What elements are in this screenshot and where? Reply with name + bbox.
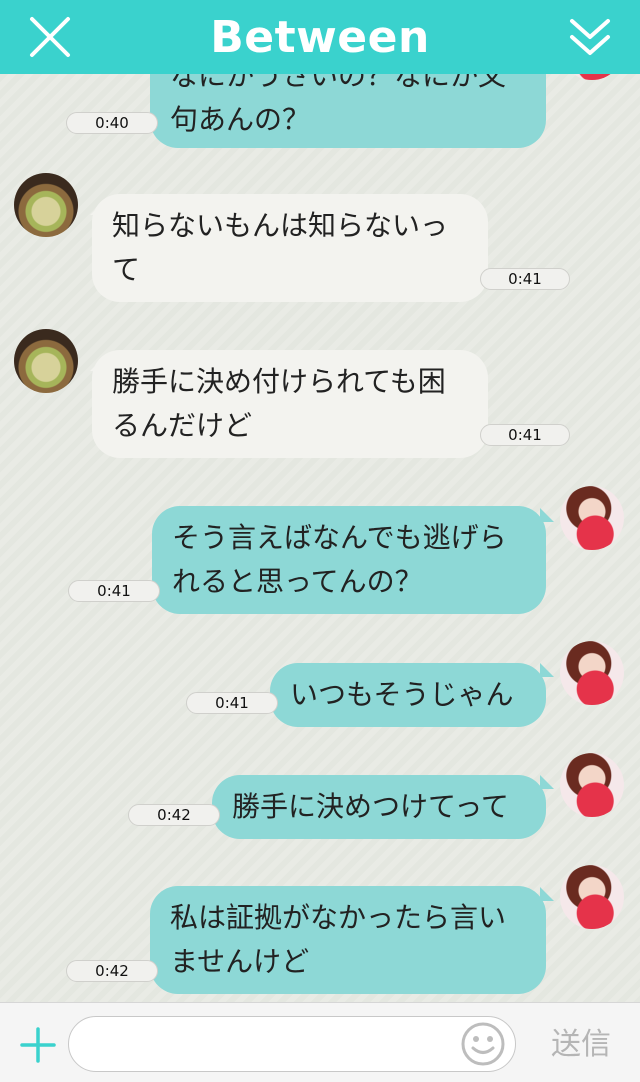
avatar[interactable] [14, 173, 78, 237]
message-time: 0:41 [68, 580, 160, 602]
avatar[interactable] [560, 641, 624, 705]
collapse-button[interactable] [550, 0, 630, 74]
message-time: 0:41 [480, 424, 570, 446]
send-button[interactable]: 送信 [536, 1023, 626, 1067]
message-text: なにかうさいの？なにか文 [170, 74, 507, 92]
message-text: いつもそうじゃん [290, 678, 514, 711]
bubble-tail [540, 663, 554, 677]
message-bubble[interactable]: なにかうさいの？なにか文 句あんの？ [150, 74, 546, 148]
smiley-icon [461, 1022, 505, 1066]
message-text: ませんけど [170, 945, 310, 978]
message-text: て [112, 253, 141, 286]
bubble-tail [540, 775, 554, 789]
message-input-bar: 送信 [0, 1002, 640, 1082]
message-input[interactable] [68, 1016, 516, 1072]
double-chevron-down-icon [570, 19, 610, 55]
message-text: 勝手に決めつけてって [232, 790, 509, 823]
message-bubble[interactable]: 勝手に決め付けられても困 るんだけど [92, 350, 488, 458]
avatar[interactable] [14, 329, 78, 393]
avatar[interactable] [560, 865, 624, 929]
close-button[interactable] [10, 0, 90, 74]
message-bubble[interactable]: 知らないもんは知らないっ て [92, 194, 488, 302]
plus-icon [20, 1027, 56, 1063]
message-text: 句あんの？ [170, 103, 311, 136]
top-bar: Between [0, 0, 640, 74]
message-text: 知らないもんは知らないっ [112, 209, 449, 242]
message-bubble[interactable]: そう言えばなんでも逃げら れると思ってんの？ [152, 506, 546, 614]
message-bubble[interactable]: いつもそうじゃん [270, 663, 546, 727]
message-time: 0:40 [66, 112, 158, 134]
message-text: 勝手に決め付けられても困 [112, 365, 446, 398]
avatar[interactable] [560, 74, 624, 80]
message-text: そう言えばなんでも逃げら [172, 521, 507, 554]
message-list[interactable]: なにかうさいの？なにか文 句あんの？ 0:40 知らないもんは知らないっ て 0… [0, 74, 640, 1002]
avatar[interactable] [560, 486, 624, 550]
message-text: れると思ってんの？ [172, 565, 423, 598]
message-time: 0:41 [480, 268, 570, 290]
avatar[interactable] [560, 753, 624, 817]
emoji-button[interactable] [460, 1021, 506, 1067]
message-time: 0:42 [128, 804, 220, 826]
message-time: 0:41 [186, 692, 278, 714]
attach-button[interactable] [18, 1025, 58, 1065]
close-icon [30, 17, 70, 57]
message-text: 私は証拠がなかったら言い [170, 901, 507, 934]
message-bubble[interactable]: 勝手に決めつけてって [212, 775, 546, 839]
app-title: Between [210, 11, 430, 63]
message-text: るんだけど [112, 409, 253, 442]
message-bubble[interactable]: 私は証拠がなかったら言い ませんけど [150, 886, 546, 994]
message-time: 0:42 [66, 960, 158, 982]
